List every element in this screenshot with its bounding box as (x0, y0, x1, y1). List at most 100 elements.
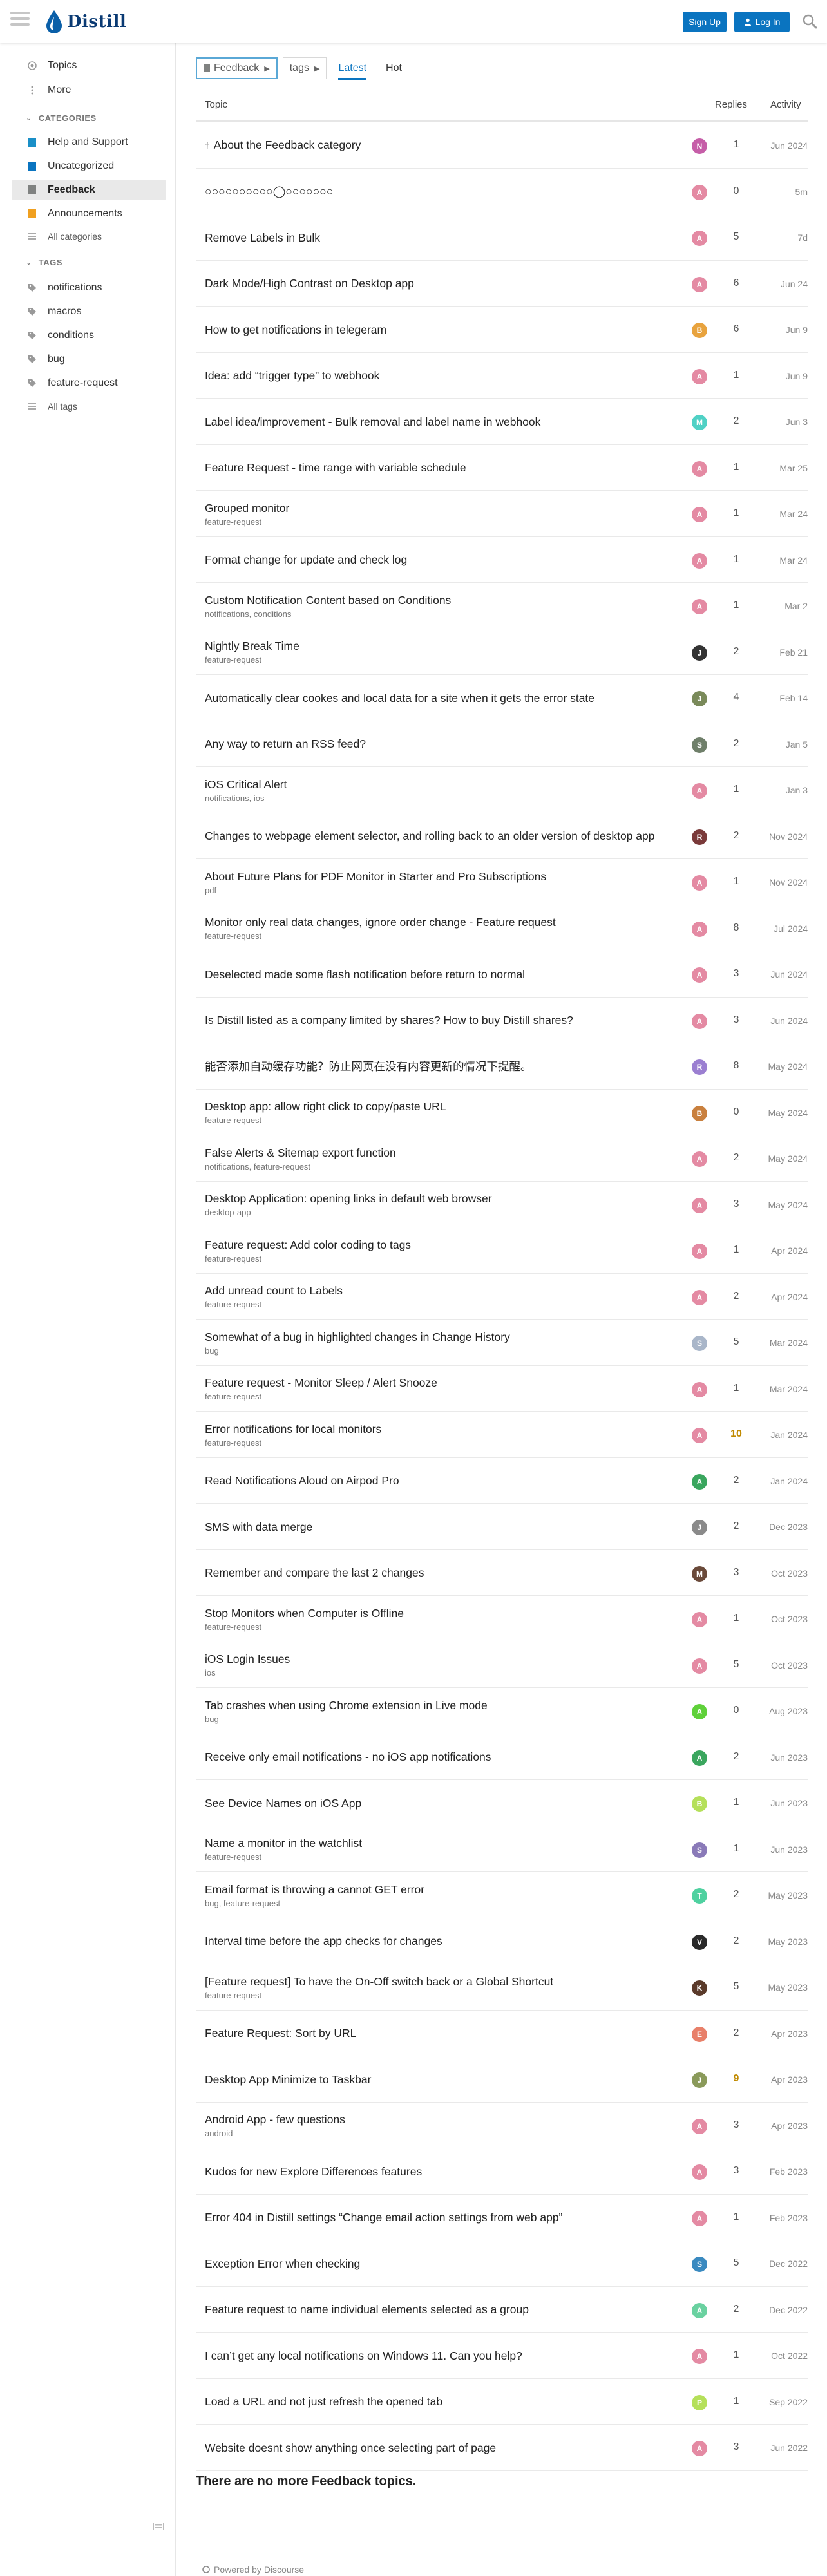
topic-tags[interactable]: android (205, 2128, 701, 2138)
table-row[interactable]: † About the Feedback category N 1 Jun 2024 (196, 122, 808, 169)
avatar[interactable]: A (692, 2210, 707, 2226)
search-icon[interactable] (799, 10, 821, 32)
topic-title[interactable]: Idea: add “trigger type” to webhook (205, 369, 379, 382)
topic-title[interactable]: Deselected made some flash notification … (205, 968, 525, 981)
reply-count[interactable]: 1 (727, 600, 746, 611)
reply-count[interactable]: 2 (727, 2304, 746, 2315)
avatar[interactable]: J (692, 691, 707, 706)
topic-title[interactable]: Is Distill listed as a company limited b… (205, 1014, 573, 1027)
avatar[interactable]: A (692, 276, 707, 292)
avatar[interactable]: A (692, 1289, 707, 1305)
topic-tags[interactable]: feature-request (205, 1115, 701, 1125)
topic-title[interactable]: Feature Request: Sort by URL (205, 2027, 356, 2040)
sidebar-item-all-categories[interactable]: All categories (12, 227, 166, 246)
topic-title[interactable]: SMS with data merge (205, 1520, 312, 1533)
activity-time[interactable]: Nov 2024 (763, 877, 808, 887)
reply-count[interactable]: 2 (727, 2027, 746, 2039)
table-row[interactable]: Desktop app: allow right click to copy/p… (196, 1090, 808, 1135)
table-row[interactable]: Add unread count to Labels feature-reques… (196, 1274, 808, 1320)
table-row[interactable]: Is Distill listed as a company limited b… (196, 998, 808, 1043)
avatar[interactable]: A (692, 2302, 707, 2318)
avatar[interactable]: A (692, 1151, 707, 1167)
topic-title[interactable]: Any way to return an RSS feed? (205, 737, 366, 750)
table-row[interactable]: Format change for update and check log A 1… (196, 537, 808, 583)
table-row[interactable]: Receive only email notifications - no iO… (196, 1734, 808, 1780)
reply-count[interactable]: 2 (727, 830, 746, 842)
topic-tags[interactable]: feature-request (205, 1852, 701, 1862)
sidebar-item-announcements[interactable]: Announcements (12, 204, 166, 223)
sidebar-tag-macros[interactable]: macros (12, 302, 166, 321)
avatar[interactable]: A (692, 1428, 707, 1443)
table-row[interactable]: ○○○○○○○○○○◯○○○○○○○ A 0 5m (196, 169, 808, 214)
topic-tags[interactable]: feature-request (205, 1438, 701, 1448)
table-row[interactable]: Remove Labels in Bulk A 5 7d (196, 214, 808, 261)
table-row[interactable]: I can’t get any local notifications on W… (196, 2333, 808, 2379)
activity-time[interactable]: Jun 2023 (763, 1844, 808, 1855)
activity-time[interactable]: May 2024 (763, 1153, 808, 1164)
activity-time[interactable]: May 2024 (763, 1108, 808, 1118)
avatar[interactable]: A (692, 1381, 707, 1397)
signup-button[interactable]: Sign Up (683, 12, 727, 32)
reply-count[interactable]: 5 (727, 1336, 746, 1348)
activity-time[interactable]: Mar 25 (763, 463, 808, 473)
reply-count[interactable]: 10 (727, 1428, 746, 1440)
reply-count[interactable]: 8 (727, 1060, 746, 1072)
table-row[interactable]: Website doesnt show anything once select… (196, 2425, 808, 2471)
reply-count[interactable]: 2 (727, 1935, 746, 1947)
topic-title[interactable]: iOS Critical Alert (205, 778, 287, 791)
topic-title[interactable]: Label idea/improvement - Bulk removal an… (205, 415, 540, 428)
activity-time[interactable]: Jun 9 (763, 371, 808, 381)
activity-time[interactable]: Mar 24 (763, 555, 808, 565)
sidebar-item-uncategorized[interactable]: Uncategorized (12, 156, 166, 176)
reply-count[interactable]: 1 (727, 876, 746, 887)
activity-time[interactable]: Jul 2024 (763, 923, 808, 934)
activity-time[interactable]: Feb 2023 (763, 2166, 808, 2177)
topic-title[interactable]: Format change for update and check log (205, 553, 407, 566)
reply-count[interactable]: 3 (727, 2441, 746, 2453)
avatar[interactable]: M (692, 1566, 707, 1582)
activity-time[interactable]: Jan 2024 (763, 1430, 808, 1440)
categories-heading[interactable]: ⌄ CATEGORIES (26, 113, 97, 123)
reply-count[interactable]: 6 (727, 278, 746, 289)
reply-count[interactable]: 0 (727, 1106, 746, 1118)
reply-count[interactable]: 1 (727, 2211, 746, 2223)
sidebar-tag-notifications[interactable]: notifications (12, 278, 166, 298)
collapse-sidebar-icon[interactable] (153, 2522, 164, 2530)
reply-count[interactable]: 3 (727, 2119, 746, 2131)
topic-title[interactable]: Email format is throwing a cannot GET er… (205, 1883, 424, 1896)
reply-count[interactable]: 1 (727, 1843, 746, 1855)
reply-count[interactable]: 1 (727, 139, 746, 151)
reply-count[interactable]: 3 (727, 1014, 746, 1026)
reply-count[interactable]: 8 (727, 922, 746, 934)
avatar[interactable]: A (692, 2349, 707, 2364)
avatar[interactable]: R (692, 829, 707, 845)
reply-count[interactable]: 1 (727, 370, 746, 381)
reply-count[interactable]: 1 (727, 784, 746, 795)
topic-title[interactable]: Add unread count to Labels (205, 1284, 343, 1297)
table-row[interactable]: Idea: add “trigger type” to webhook A 1 Jun… (196, 353, 808, 399)
reply-count[interactable]: 1 (727, 554, 746, 565)
table-row[interactable]: Stop Monitors when Computer is Offline fe… (196, 1596, 808, 1642)
reply-count[interactable]: 3 (727, 1567, 746, 1578)
topic-tags[interactable]: notifications, conditions (205, 609, 701, 619)
sidebar-tag-bug[interactable]: bug (12, 350, 166, 369)
reply-count[interactable]: 1 (727, 462, 746, 473)
topic-title[interactable]: 能否添加自动缓存功能？防止网页在没有内容更新的情况下提醒。 (205, 1060, 532, 1073)
topic-title[interactable]: Feature request to name individual eleme… (205, 2303, 529, 2316)
table-row[interactable]: Custom Notification Content based on Con… (196, 583, 808, 629)
table-row[interactable]: Read Notifications Aloud on Airpod Pro A 2… (196, 1458, 808, 1504)
reply-count[interactable]: 5 (727, 231, 746, 243)
activity-time[interactable]: Jan 2024 (763, 1476, 808, 1486)
table-row[interactable]: Feature request - Monitor Sleep / Alert … (196, 1366, 808, 1412)
reply-count[interactable]: 1 (727, 2396, 746, 2407)
avatar[interactable]: A (692, 231, 707, 246)
activity-time[interactable]: Jan 5 (763, 739, 808, 750)
activity-time[interactable]: Jun 2022 (763, 2443, 808, 2453)
reply-count[interactable]: 1 (727, 1383, 746, 1394)
table-row[interactable]: Dark Mode/High Contrast on Desktop app A 6… (196, 261, 808, 307)
table-row[interactable]: Error 404 in Distill settings “Change em… (196, 2195, 808, 2240)
reply-count[interactable]: 5 (727, 1981, 746, 1993)
table-row[interactable]: Somewhat of a bug in highlighted changes… (196, 1320, 808, 1366)
activity-time[interactable]: Apr 2024 (763, 1292, 808, 1302)
reply-count[interactable]: 9 (727, 2073, 746, 2085)
